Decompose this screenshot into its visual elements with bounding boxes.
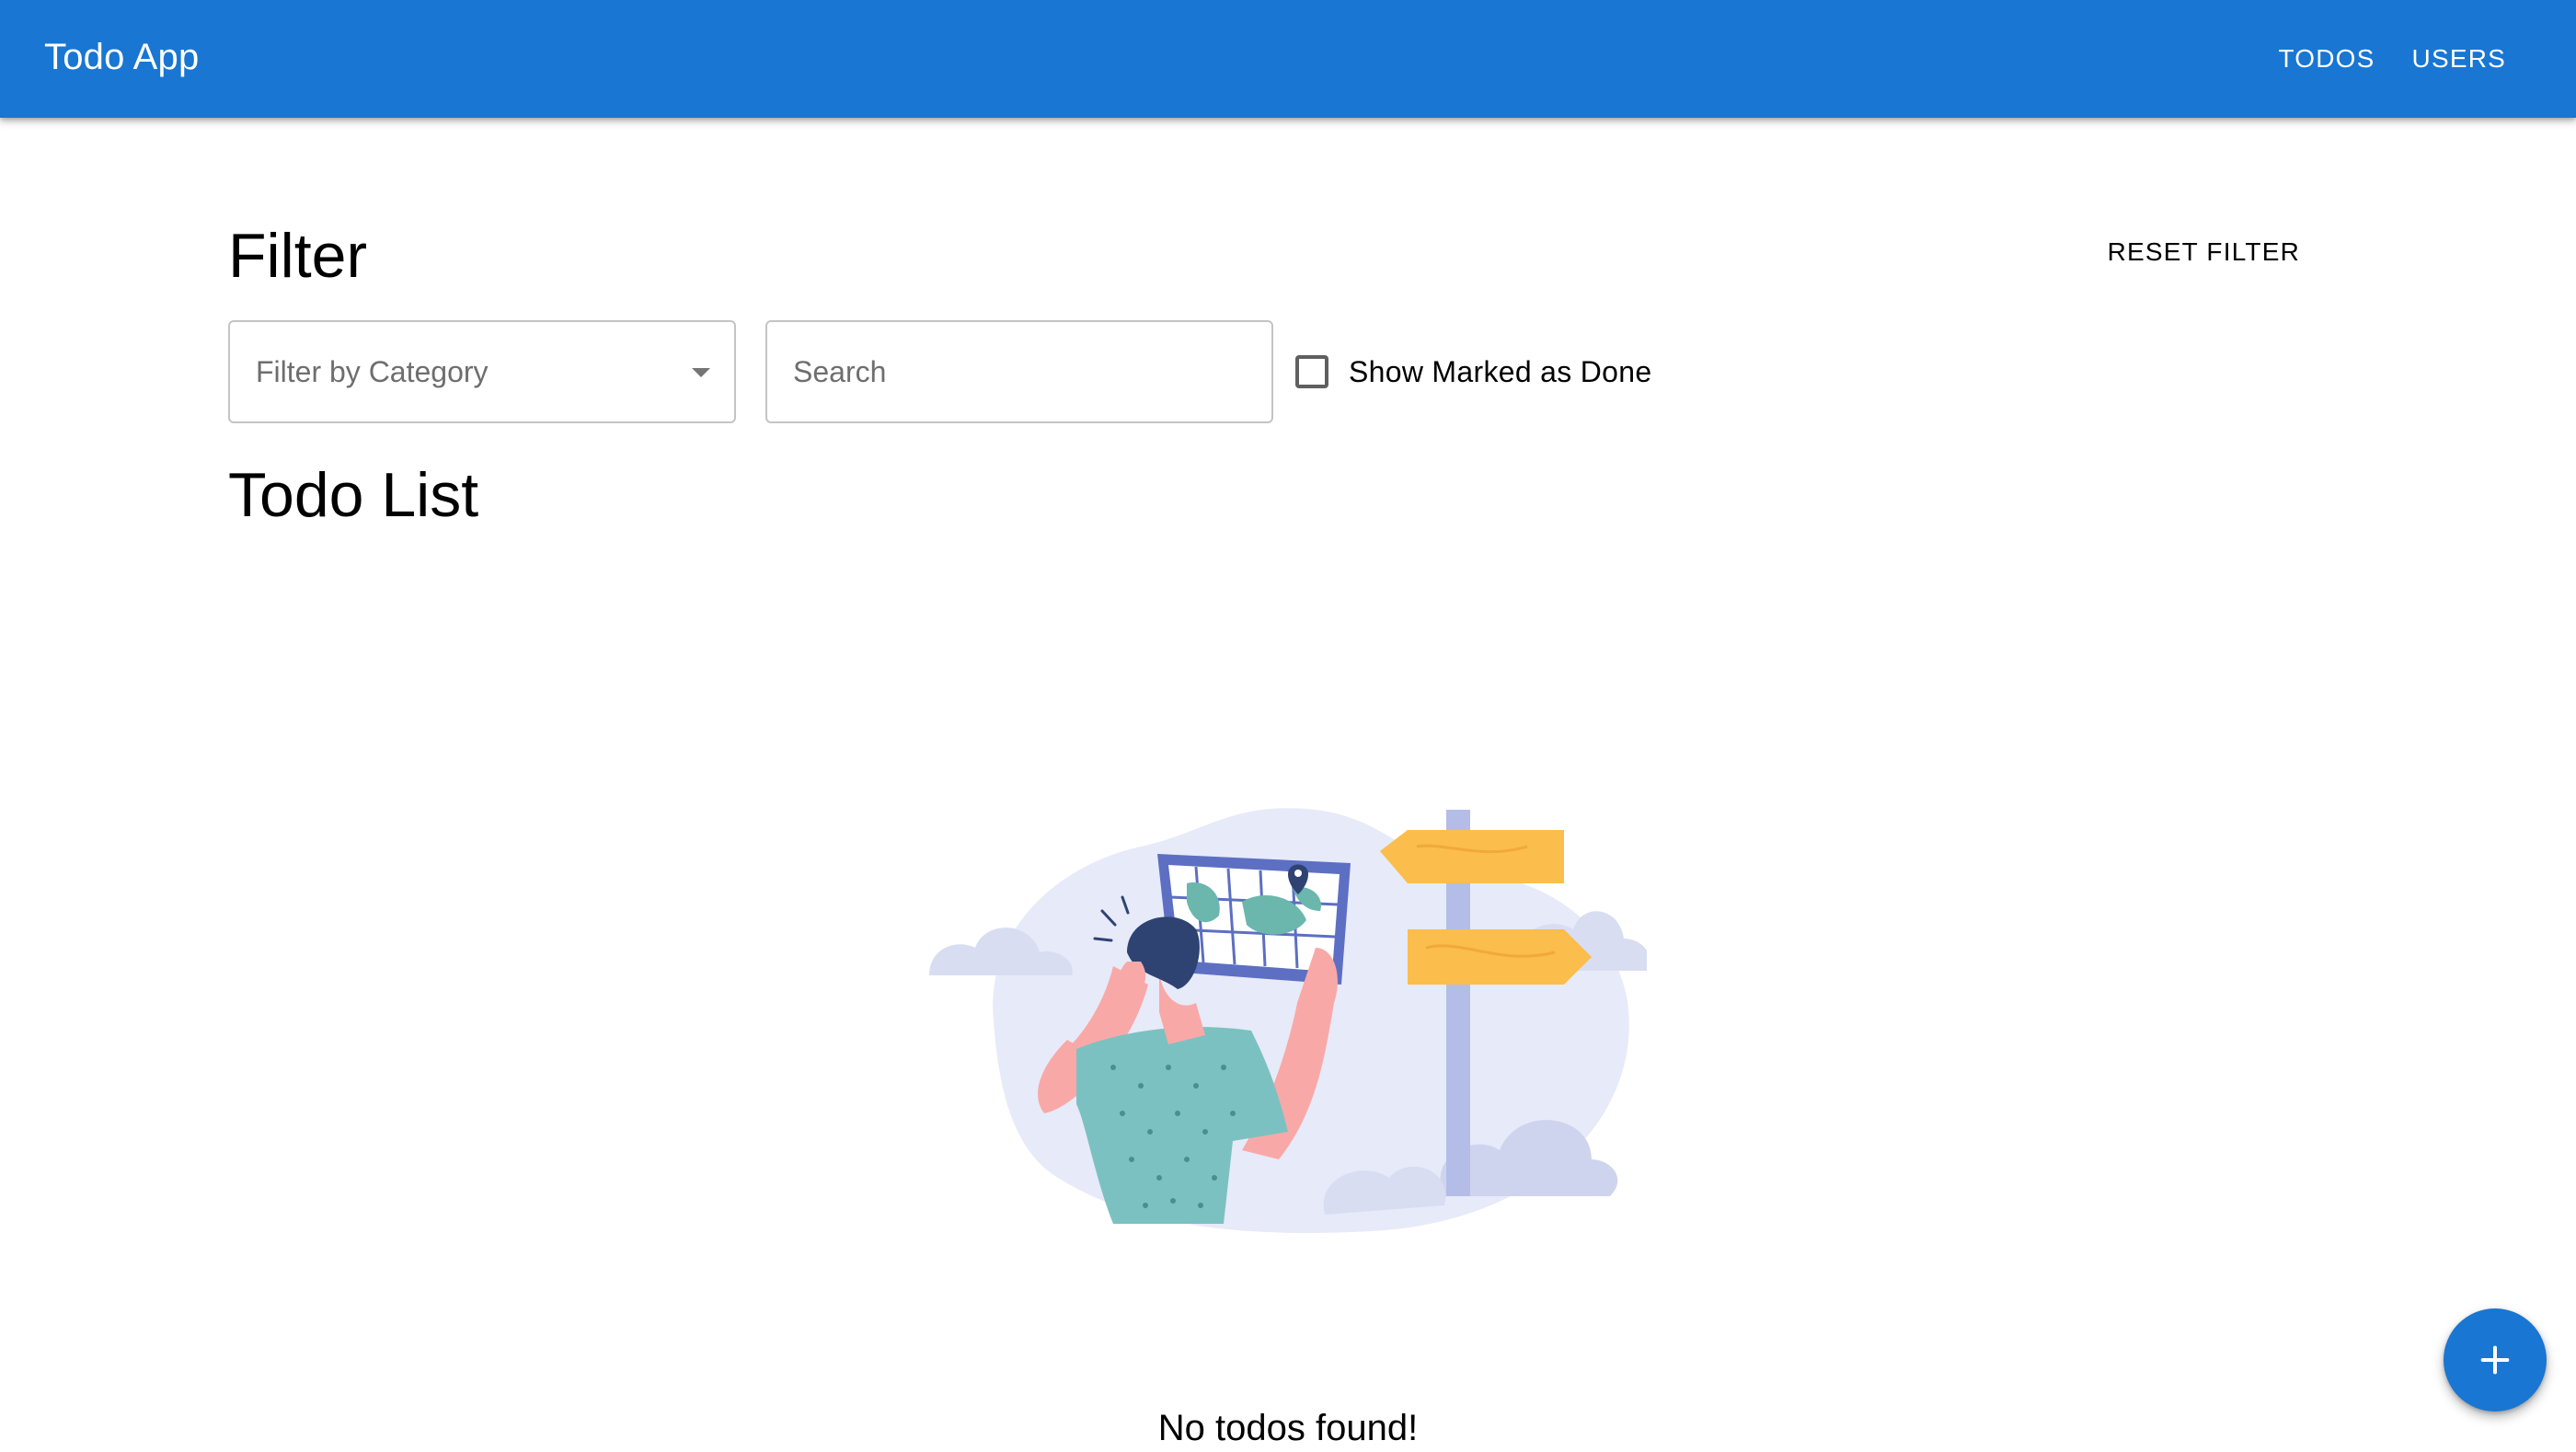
filter-heading: Filter (228, 221, 368, 291)
plus-icon (2480, 1345, 2510, 1375)
top-nav: TODOS USERS (2263, 0, 2521, 118)
reset-filter-button[interactable]: RESET FILTER (2089, 225, 2318, 280)
add-todo-button[interactable] (2444, 1308, 2547, 1412)
app-title: Todo App (44, 37, 200, 77)
dropdown-arrow-icon (692, 368, 710, 377)
todo-list-heading: Todo List (228, 460, 479, 530)
empty-state-message: No todos found! (1157, 1408, 1419, 1448)
category-select-placeholder: Filter by Category (256, 355, 489, 388)
show-done-label: Show Marked as Done (1349, 354, 1652, 388)
category-select[interactable]: Filter by Category (228, 320, 736, 423)
search-input[interactable] (767, 322, 1271, 421)
show-done-toggle[interactable]: Show Marked as Done (1295, 342, 1651, 401)
show-done-checkbox[interactable] (1295, 355, 1328, 388)
empty-state-illustration (929, 808, 1647, 1233)
nav-users-button[interactable]: USERS (2398, 31, 2521, 86)
nav-todos-button[interactable]: TODOS (2263, 31, 2389, 86)
search-field (765, 320, 1273, 423)
app-bar: Todo App TODOS USERS (0, 0, 2576, 118)
